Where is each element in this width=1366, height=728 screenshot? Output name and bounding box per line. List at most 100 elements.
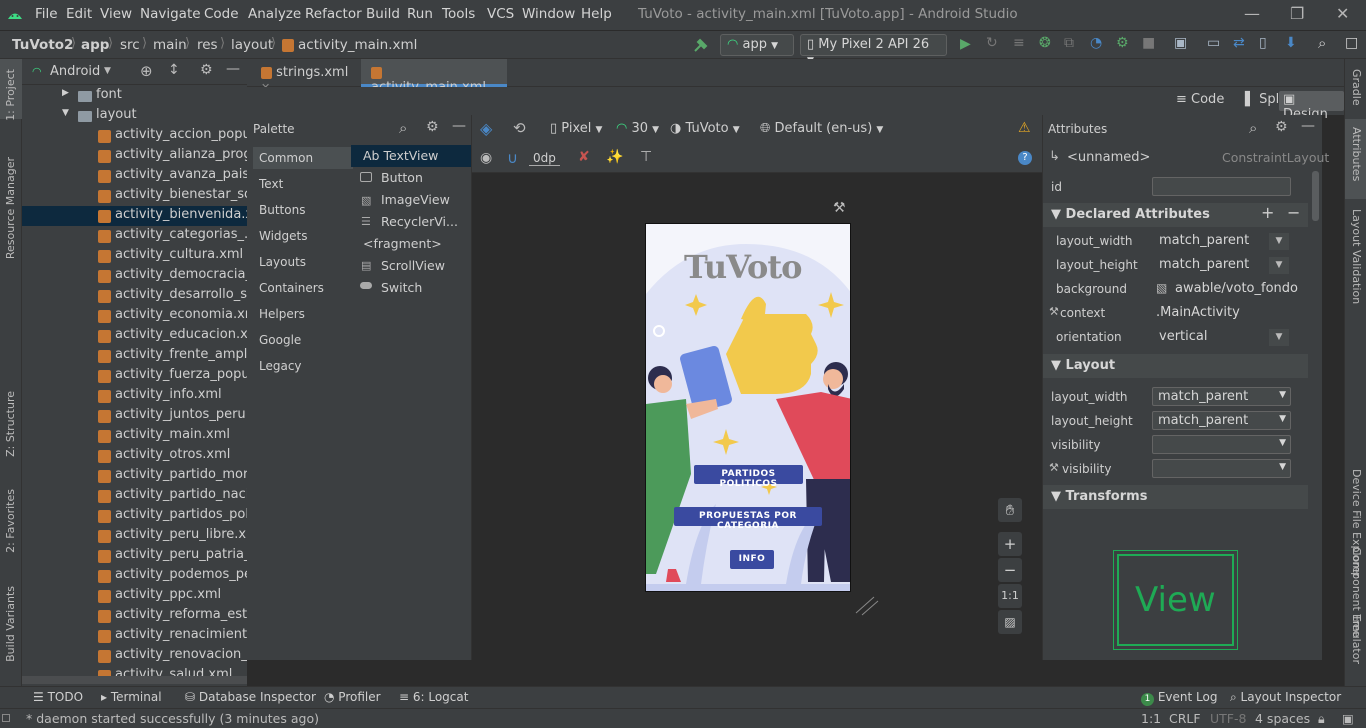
layout-section-header[interactable]: ▼ Layout	[1043, 354, 1308, 378]
project-structure-icon[interactable]: ▣	[1174, 35, 1190, 51]
tool-device-file-explorer[interactable]: Device File Explorer	[1350, 469, 1363, 578]
tree-file[interactable]: activity_partido_nacion	[22, 486, 247, 506]
palette-category-containers[interactable]: Containers	[253, 277, 353, 299]
expand-arrow-icon[interactable]: ▼	[62, 108, 69, 118]
apply-changes-icon[interactable]: ↻	[986, 35, 1002, 51]
chevron-down-icon[interactable]: ▼	[104, 66, 111, 76]
magnet-icon[interactable]: ∪	[507, 149, 518, 167]
orientation-icon[interactable]: ⟲	[513, 119, 526, 137]
tab-activity-main-xml[interactable]: activity_main.xml ✕	[361, 59, 507, 109]
run-icon[interactable]: ▶	[960, 36, 976, 52]
caret-position[interactable]: 1:1	[1141, 711, 1161, 726]
stop-icon[interactable]: ■	[1142, 35, 1158, 51]
palette-category-layouts[interactable]: Layouts	[253, 251, 353, 273]
layout-width-select[interactable]: match_parent ▼	[1152, 387, 1291, 406]
search-everywhere-icon[interactable]: ⌕	[1318, 34, 1334, 52]
tree-file[interactable]: activity_educacion.xml	[22, 326, 247, 346]
menu-tools[interactable]: Tools	[442, 6, 475, 22]
tool-project[interactable]: 1: Project	[4, 69, 17, 121]
tool-database-inspector[interactable]: ⛁ Database Inspector	[185, 690, 316, 704]
vertical-scrollbar[interactable]	[1312, 171, 1319, 221]
avd-manager-icon[interactable]: ▯	[1259, 35, 1275, 51]
profiler-icon[interactable]: ◔	[1090, 35, 1106, 51]
file-encoding[interactable]: UTF-8	[1210, 711, 1246, 726]
menu-help[interactable]: Help	[581, 6, 612, 22]
resize-handle-icon[interactable]	[852, 593, 880, 617]
wrench-icon[interactable]: ⚒	[833, 200, 846, 216]
zoom-in-button[interactable]: +	[998, 532, 1022, 556]
restore-icon[interactable]: ❐	[1290, 4, 1304, 23]
gear-icon[interactable]: ⚙	[200, 62, 213, 78]
palette-category-helpers[interactable]: Helpers	[253, 303, 353, 325]
clear-constraints-icon[interactable]: ✘	[578, 149, 590, 165]
tree-file[interactable]: activity_economia.xml	[22, 306, 247, 326]
layers-icon[interactable]: ◈	[480, 119, 492, 138]
tool-attributes[interactable]: Attributes	[1350, 127, 1363, 181]
declared-layout-height-value[interactable]: match_parent	[1159, 257, 1249, 272]
locate-icon[interactable]: ⊕	[140, 62, 153, 80]
debug-icon[interactable]: ❂	[1039, 35, 1055, 51]
visibility-select[interactable]: ▼	[1152, 435, 1291, 454]
menu-refactor[interactable]: Refactor	[305, 6, 362, 22]
gear-icon[interactable]: ⚙	[1275, 119, 1288, 135]
tool-resource-manager[interactable]: Resource Manager	[4, 157, 17, 259]
breadcrumb-src[interactable]: src	[120, 37, 140, 53]
terminal-window-icon[interactable]: ▭	[1207, 35, 1223, 51]
sdk-manager-icon[interactable]: ⬇	[1285, 35, 1301, 51]
indent-setting[interactable]: 4 spaces	[1255, 711, 1310, 726]
menu-file[interactable]: File	[35, 6, 58, 22]
memory-indicator-icon[interactable]: ▣	[1342, 711, 1354, 726]
expand-arrow-icon[interactable]: ▶	[62, 88, 69, 98]
gear-icon[interactable]: ⚙	[426, 119, 439, 135]
breadcrumb-project[interactable]: TuVoto2	[12, 37, 73, 53]
tab-strings-xml[interactable]: strings.xml ✕	[251, 59, 361, 94]
tool-build-variants[interactable]: Build Variants	[4, 586, 17, 662]
tree-file[interactable]: activity_accion_popular	[22, 126, 247, 146]
hide-panel-icon[interactable]: —	[226, 61, 240, 77]
tree-file[interactable]: activity_cultura.xml	[22, 246, 247, 266]
declared-background-value[interactable]: awable/voto_fondo	[1175, 281, 1298, 296]
tree-file[interactable]: activity_frente_amplio.x	[22, 346, 247, 366]
tool-event-log[interactable]: 1 Event Log	[1141, 690, 1217, 706]
tree-file[interactable]: activity_podemos_peru	[22, 566, 247, 586]
gradle-sync-icon[interactable]: ⇄	[1233, 35, 1249, 51]
tool-gradle[interactable]: Gradle	[1350, 69, 1363, 106]
theme-select[interactable]: ◑ TuVoto ▼	[670, 121, 740, 136]
tree-file[interactable]: activity_renacimiento_u	[22, 626, 247, 646]
tree-folder[interactable]: ▶ font	[22, 86, 247, 106]
propuestas-por-categoria-button[interactable]: PROPUESTAS POR CATEGORIA	[674, 507, 822, 531]
hide-panel-icon[interactable]: —	[452, 118, 466, 134]
tree-file[interactable]: activity_partido_morad	[22, 466, 247, 486]
toggle-tool-windows-icon[interactable]	[2, 714, 10, 722]
tree-file[interactable]: activity_categorias_.xml	[22, 226, 247, 246]
remove-attribute-button[interactable]: −	[1287, 203, 1300, 222]
pan-hand-icon[interactable]: ✋︎	[998, 498, 1022, 522]
tree-file[interactable]: activity_avanza_pais.xml	[22, 166, 247, 186]
palette-category-buttons[interactable]: Buttons	[253, 199, 353, 221]
locale-select[interactable]: 🌐︎ Default (en-us) ▼	[760, 121, 883, 136]
menu-view[interactable]: View	[100, 6, 132, 22]
run-config-select[interactable]: ◠ app ▼	[720, 34, 794, 56]
tool-favorites[interactable]: 2: Favorites	[4, 489, 17, 553]
design-mode-button[interactable]: ▣ Design	[1279, 91, 1344, 122]
palette-item-textview[interactable]: Ab TextView	[351, 145, 471, 167]
id-input[interactable]	[1152, 177, 1291, 196]
zoom-actual-size-button[interactable]: 1:1	[998, 584, 1022, 608]
infer-constraints-icon[interactable]: ✨	[606, 149, 623, 165]
tree-file[interactable]: activity_peru_libre.xml	[22, 526, 247, 546]
tool-terminal[interactable]: ▸ Terminal	[101, 690, 162, 704]
minimize-icon[interactable]: —	[1244, 4, 1260, 23]
zoom-out-button[interactable]: −	[998, 558, 1022, 582]
menu-window[interactable]: Window	[522, 6, 575, 22]
close-icon[interactable]: ✕	[1336, 4, 1349, 23]
attach-process-icon[interactable]: ⚙	[1116, 35, 1132, 51]
menu-code[interactable]: Code	[204, 6, 239, 22]
zoom-to-fit-icon[interactable]: ▨	[998, 610, 1022, 634]
chevron-down-icon[interactable]: ▼	[1269, 233, 1289, 250]
tree-file[interactable]: activity_fuerza_popular	[22, 366, 247, 386]
breadcrumb-main[interactable]: main	[153, 37, 187, 53]
transforms-section-header[interactable]: ▼ Transforms	[1043, 485, 1308, 509]
tools-visibility-select[interactable]: ▼	[1152, 459, 1291, 478]
tree-file[interactable]: activity_bienestar_socia	[22, 186, 247, 206]
device-select[interactable]: ▯ Pixel ▼	[550, 121, 602, 136]
